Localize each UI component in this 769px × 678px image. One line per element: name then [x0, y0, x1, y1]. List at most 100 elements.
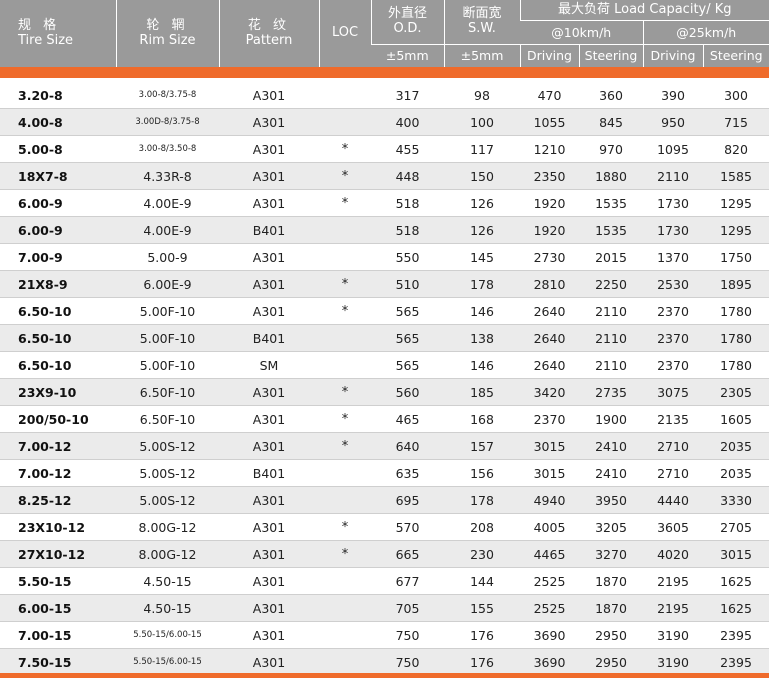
- pattern-cell: B401: [219, 324, 319, 352]
- rim-size-cell: 5.00-9: [116, 243, 219, 271]
- driving-10-cell: 3420: [520, 378, 579, 406]
- header-pattern: 花 纹 Pattern: [218, 0, 319, 67]
- od-cell: 565: [371, 351, 444, 379]
- table-row: 3.20-8 3.00-8/3.75-8 A301 317 98 470 360 390 300: [0, 82, 769, 109]
- driving-25-cell: 1095: [643, 135, 703, 163]
- steering-25-cell: 1780: [703, 324, 769, 352]
- loc-cell: *: [319, 189, 371, 217]
- steering-10-cell: 2410: [579, 459, 643, 487]
- od-cell: 465: [371, 405, 444, 433]
- driving-25-cell: 2710: [643, 432, 703, 460]
- driving-10-cell: 1055: [520, 108, 579, 136]
- driving-10-cell: 2370: [520, 405, 579, 433]
- pattern-cell: A301: [219, 405, 319, 433]
- pattern-cell: A301: [219, 513, 319, 541]
- tire-size-cell: 5.50-15: [0, 567, 116, 595]
- driving-10-cell: 2525: [520, 594, 579, 622]
- sw-cell: 98: [444, 82, 520, 109]
- table-row: 21X8-9 6.00E-9 A301 * 510 178 2810 2250 2530 1895: [0, 270, 769, 298]
- table-row: 7.00-9 5.00-9 A301 550 145 2730 2015 1370 1750: [0, 243, 769, 271]
- table-row: 8.25-12 5.00S-12 A301 695 178 4940 3950 4440 333…: [0, 486, 769, 514]
- tire-size-cell: 4.00-8: [0, 108, 116, 136]
- rim-size-cell: 5.50-15/6.00-15: [116, 648, 219, 676]
- steering-25-cell: 1625: [703, 594, 769, 622]
- pattern-cell: A301: [219, 82, 319, 109]
- driving-10-cell: 3690: [520, 621, 579, 649]
- table-row: 6.00-9 4.00E-9 A301 * 518 126 1920 1535 1730 1295: [0, 189, 769, 217]
- sw-cell: 157: [444, 432, 520, 460]
- steering-25-cell: 1295: [703, 216, 769, 244]
- loc-cell: [319, 82, 371, 109]
- tire-size-cell: 6.50-10: [0, 324, 116, 352]
- pattern-cell: A301: [219, 378, 319, 406]
- pattern-cell: A301: [219, 108, 319, 136]
- sw-cell: 168: [444, 405, 520, 433]
- tire-size-cell: 23X9-10: [0, 378, 116, 406]
- sw-cell: 178: [444, 270, 520, 298]
- steering-25-cell: 715: [703, 108, 769, 136]
- driving-25-cell: 2110: [643, 162, 703, 190]
- steering-10-cell: 2110: [579, 351, 643, 379]
- od-cell: 750: [371, 621, 444, 649]
- driving-10-cell: 2640: [520, 324, 579, 352]
- od-cell: 665: [371, 540, 444, 568]
- driving-10-cell: 4940: [520, 486, 579, 514]
- od-cell: 750: [371, 648, 444, 676]
- steering-10-cell: 1870: [579, 594, 643, 622]
- steering-25-cell: 1295: [703, 189, 769, 217]
- rim-size-cell: 3.00-8/3.50-8: [116, 135, 219, 163]
- steering-25-cell: 1780: [703, 351, 769, 379]
- sw-cell: 178: [444, 486, 520, 514]
- table-row: 7.00-12 5.00S-12 A301 * 640 157 3015 2410 2710 20…: [0, 432, 769, 460]
- tire-size-cell: 3.20-8: [0, 82, 116, 109]
- pattern-cell: A301: [219, 270, 319, 298]
- driving-25-cell: 3075: [643, 378, 703, 406]
- header-tire-size-zh: 规 格: [18, 17, 61, 33]
- pattern-cell: A301: [219, 648, 319, 676]
- loc-cell: *: [319, 135, 371, 163]
- driving-25-cell: 950: [643, 108, 703, 136]
- steering-10-cell: 2110: [579, 297, 643, 325]
- steering-10-cell: 2250: [579, 270, 643, 298]
- driving-25-cell: 2370: [643, 297, 703, 325]
- driving-25-cell: 1370: [643, 243, 703, 271]
- pattern-cell: A301: [219, 567, 319, 595]
- header-rim-size: 轮 辋 Rim Size: [115, 0, 219, 67]
- header-od: 外直径 O.D.: [370, 0, 444, 45]
- tire-size-cell: 21X8-9: [0, 270, 116, 298]
- tire-size-cell: 5.00-8: [0, 135, 116, 163]
- pattern-cell: A301: [219, 432, 319, 460]
- tire-size-cell: 27X10-12: [0, 540, 116, 568]
- header-sw: 断面宽 S.W.: [443, 0, 520, 45]
- steering-10-cell: 1900: [579, 405, 643, 433]
- tire-size-cell: 7.50-15: [0, 648, 116, 676]
- header-pattern-zh: 花 纹: [247, 17, 291, 33]
- od-cell: 550: [371, 243, 444, 271]
- driving-25-cell: 2710: [643, 459, 703, 487]
- od-cell: 695: [371, 486, 444, 514]
- loc-cell: *: [319, 540, 371, 568]
- steering-25-cell: 2705: [703, 513, 769, 541]
- table-row: 6.50-10 5.00F-10 B401 565 138 2640 2110 2370 178…: [0, 324, 769, 352]
- steering-25-cell: 1780: [703, 297, 769, 325]
- rim-size-cell: 8.00G-12: [116, 540, 219, 568]
- header-rim-size-en: Rim Size: [139, 32, 196, 48]
- driving-10-cell: 2350: [520, 162, 579, 190]
- loc-cell: *: [319, 297, 371, 325]
- header-rim-size-zh: 轮 辋: [146, 17, 189, 33]
- rim-size-cell: 6.00E-9: [116, 270, 219, 298]
- driving-25-cell: 1730: [643, 216, 703, 244]
- tire-size-cell: 6.00-15: [0, 594, 116, 622]
- steering-25-cell: 2395: [703, 621, 769, 649]
- steering-10-cell: 360: [579, 82, 643, 109]
- rim-size-cell: 5.00F-10: [116, 324, 219, 352]
- table-row: 6.50-10 5.00F-10 SM 565 146 2640 2110 2370 1780: [0, 351, 769, 379]
- steering-25-cell: 2035: [703, 459, 769, 487]
- table-body: 3.20-8 3.00-8/3.75-8 A301 317 98 470 360 390 300…: [0, 67, 769, 676]
- sw-cell: 176: [444, 648, 520, 676]
- steering-10-cell: 3950: [579, 486, 643, 514]
- driving-25-cell: 2195: [643, 594, 703, 622]
- pattern-cell: B401: [219, 216, 319, 244]
- loc-cell: [319, 243, 371, 271]
- driving-25-cell: 2135: [643, 405, 703, 433]
